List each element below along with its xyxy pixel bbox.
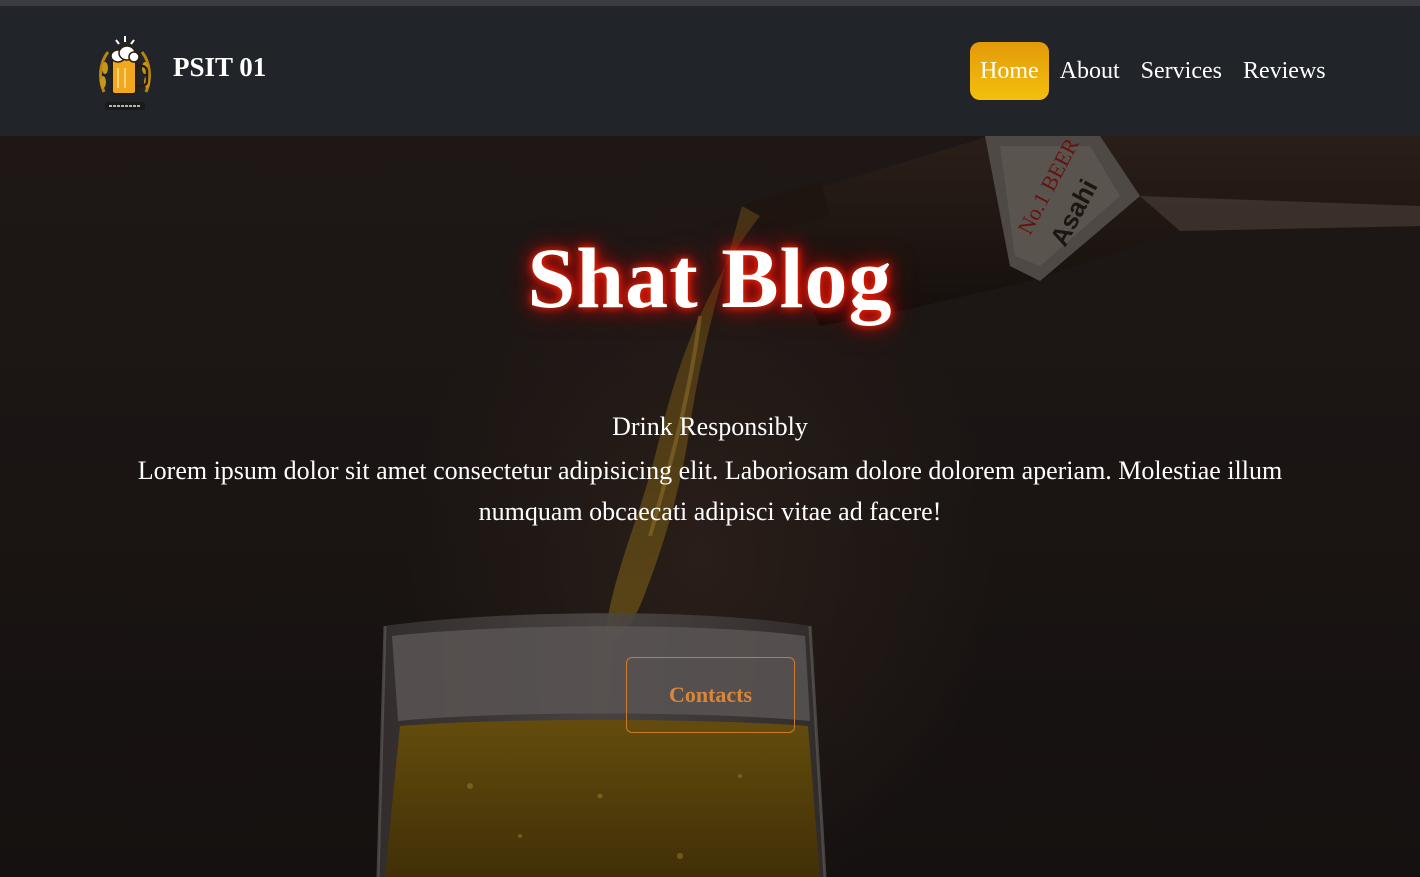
hero-title: Shat Blog (527, 230, 893, 326)
navbar: PSIT 01 Home About Services Reviews (0, 6, 1420, 136)
contacts-button[interactable]: Contacts (626, 657, 795, 733)
main-nav: Home About Services Reviews (970, 42, 1337, 100)
nav-reviews-link[interactable]: Reviews (1233, 42, 1336, 100)
nav-home-link[interactable]: Home (970, 42, 1049, 100)
beer-mug-logo-icon[interactable] (96, 32, 154, 118)
nav-about-link[interactable]: About (1050, 42, 1130, 100)
nav-services-link[interactable]: Services (1131, 42, 1232, 100)
hero-description: Lorem ipsum dolor sit amet consectetur a… (137, 456, 1283, 526)
hero-tagline: Drink Responsibly (612, 412, 808, 441)
brand-name[interactable]: PSIT 01 (173, 52, 266, 83)
hero-section: No.1 BEER Asahi Shat Blog Drink Responsi… (0, 136, 1420, 877)
